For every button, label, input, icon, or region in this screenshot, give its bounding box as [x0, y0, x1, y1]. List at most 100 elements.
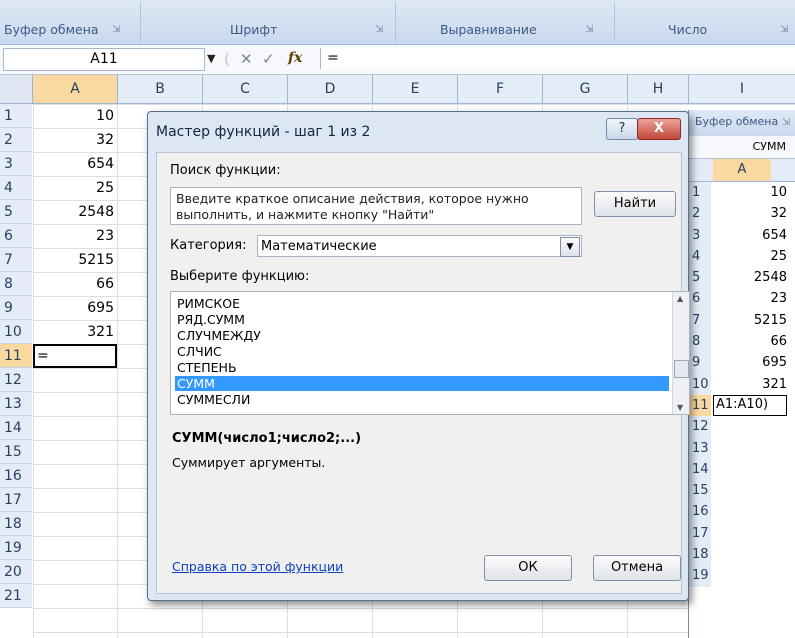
row-header[interactable]: 8: [689, 331, 711, 353]
find-button[interactable]: Найти: [594, 191, 676, 217]
function-list-item[interactable]: СЛУЧМЕЖДУ: [175, 328, 669, 343]
column-header-i[interactable]: I: [689, 75, 795, 103]
search-input[interactable]: Введите краткое описание действия, котор…: [170, 187, 582, 225]
row-header[interactable]: 13: [0, 392, 32, 416]
ribbon-group-font[interactable]: Шрифт ⇲: [230, 22, 383, 42]
column-header-c[interactable]: C: [203, 75, 288, 103]
cell[interactable]: 23: [33, 224, 117, 248]
cell[interactable]: 23: [713, 288, 787, 309]
category-select[interactable]: Математические ▼: [257, 235, 582, 257]
close-button[interactable]: X: [637, 118, 681, 140]
cell[interactable]: 654: [713, 225, 787, 246]
row-header[interactable]: 20: [0, 560, 32, 584]
cell[interactable]: 321: [713, 374, 787, 395]
row-header[interactable]: 16: [0, 464, 32, 488]
cell[interactable]: 695: [713, 352, 787, 373]
cell[interactable]: 66: [713, 331, 787, 352]
active-cell[interactable]: =: [33, 344, 117, 368]
cell[interactable]: 10: [33, 104, 117, 128]
function-list-item[interactable]: РИМСКОЕ: [175, 296, 669, 311]
second-window-name-box[interactable]: СУММ: [689, 136, 795, 159]
row-header[interactable]: 10: [0, 320, 32, 344]
row-header[interactable]: 1: [689, 182, 711, 204]
active-cell[interactable]: A1:A10): [713, 394, 787, 416]
column-header-a[interactable]: A: [713, 159, 771, 181]
row-header[interactable]: 2: [689, 203, 711, 225]
cell[interactable]: 32: [713, 203, 787, 224]
row-header[interactable]: 12: [689, 416, 711, 438]
cell[interactable]: 2548: [713, 267, 787, 288]
cell[interactable]: 10: [713, 182, 787, 203]
function-list-item[interactable]: СУММ: [175, 376, 669, 391]
cell[interactable]: 66: [33, 272, 117, 296]
column-header-f[interactable]: F: [458, 75, 543, 103]
scroll-up-icon[interactable]: ▲: [677, 294, 683, 303]
dialog-launcher-icon[interactable]: ⇲: [112, 24, 120, 35]
row-header[interactable]: 9: [0, 296, 32, 320]
row-header[interactable]: 14: [0, 416, 32, 440]
column-header-e[interactable]: E: [373, 75, 458, 103]
cell[interactable]: 695: [33, 296, 117, 320]
row-header[interactable]: 15: [0, 440, 32, 464]
row-header[interactable]: 3: [689, 224, 711, 246]
column-header-h[interactable]: H: [628, 75, 689, 103]
scroll-thumb[interactable]: [674, 360, 689, 378]
cancel-formula-icon[interactable]: ✕: [240, 50, 253, 68]
column-header-b[interactable]: B: [118, 75, 203, 103]
row-header[interactable]: 5: [689, 267, 711, 289]
chevron-down-icon[interactable]: ▼: [560, 237, 580, 257]
row-header[interactable]: 12: [0, 368, 32, 392]
function-list-item[interactable]: РЯД.СУММ: [175, 312, 669, 327]
function-list-item[interactable]: СЛЧИС: [175, 344, 669, 359]
row-header[interactable]: 7: [0, 248, 32, 272]
column-header-d[interactable]: D: [288, 75, 373, 103]
help-button[interactable]: ?: [606, 118, 638, 140]
row-header[interactable]: 11: [0, 344, 32, 368]
row-header[interactable]: 17: [0, 488, 32, 512]
row-header[interactable]: 3: [0, 152, 32, 176]
ribbon-group-number[interactable]: Число ⇲: [668, 22, 788, 42]
row-header[interactable]: 4: [0, 176, 32, 200]
row-header[interactable]: 6: [689, 288, 711, 310]
ribbon-group-alignment[interactable]: Выравнивание ⇲: [440, 22, 593, 42]
formula-input[interactable]: =: [320, 48, 795, 69]
ok-button[interactable]: ОК: [484, 555, 572, 581]
cell[interactable]: 321: [33, 320, 117, 344]
row-header[interactable]: 4: [689, 245, 711, 268]
function-list-item[interactable]: СТЕПЕНЬ: [175, 360, 669, 375]
dialog-launcher-icon[interactable]: ⇲: [375, 24, 383, 35]
row-header[interactable]: 21: [0, 584, 32, 608]
row-header[interactable]: 16: [689, 501, 711, 523]
insert-function-icon[interactable]: fx: [288, 50, 302, 66]
column-header-a[interactable]: A: [33, 75, 118, 103]
scroll-down-icon[interactable]: ▼: [677, 403, 683, 412]
dialog-launcher-icon[interactable]: ⇲: [585, 24, 593, 35]
row-header[interactable]: 15: [689, 480, 711, 502]
select-all-corner[interactable]: [0, 75, 33, 103]
row-header[interactable]: 14: [689, 458, 711, 481]
cell[interactable]: 25: [713, 246, 787, 267]
row-header[interactable]: 10: [689, 373, 711, 395]
cell[interactable]: 5215: [33, 248, 117, 272]
row-header[interactable]: 7: [689, 309, 711, 332]
row-header[interactable]: 19: [0, 536, 32, 560]
function-help-link[interactable]: Справка по этой функции: [172, 559, 343, 574]
function-list-scrollbar[interactable]: ▲ ▼: [672, 292, 689, 414]
row-header[interactable]: 1: [0, 104, 32, 128]
row-header[interactable]: 9: [689, 352, 711, 374]
row-header[interactable]: 18: [0, 512, 32, 536]
row-header[interactable]: 13: [689, 437, 711, 459]
enter-formula-icon[interactable]: ✓: [262, 50, 275, 68]
row-header[interactable]: 17: [689, 522, 711, 545]
row-header[interactable]: 19: [689, 565, 711, 587]
row-header[interactable]: 18: [689, 544, 711, 566]
row-header[interactable]: 6: [0, 224, 32, 248]
name-box[interactable]: A11: [3, 48, 205, 71]
row-header[interactable]: 2: [0, 128, 32, 152]
function-list[interactable]: РИМСКОЕ РЯД.СУММ СЛУЧМЕЖДУ СЛЧИС СТЕПЕНЬ СУММ…: [170, 291, 690, 415]
cell[interactable]: 32: [33, 128, 117, 152]
row-header[interactable]: 5: [0, 200, 32, 224]
cell[interactable]: 25: [33, 176, 117, 200]
function-list-item[interactable]: СУММЕСЛИ: [175, 392, 669, 407]
cell[interactable]: 2548: [33, 200, 117, 224]
